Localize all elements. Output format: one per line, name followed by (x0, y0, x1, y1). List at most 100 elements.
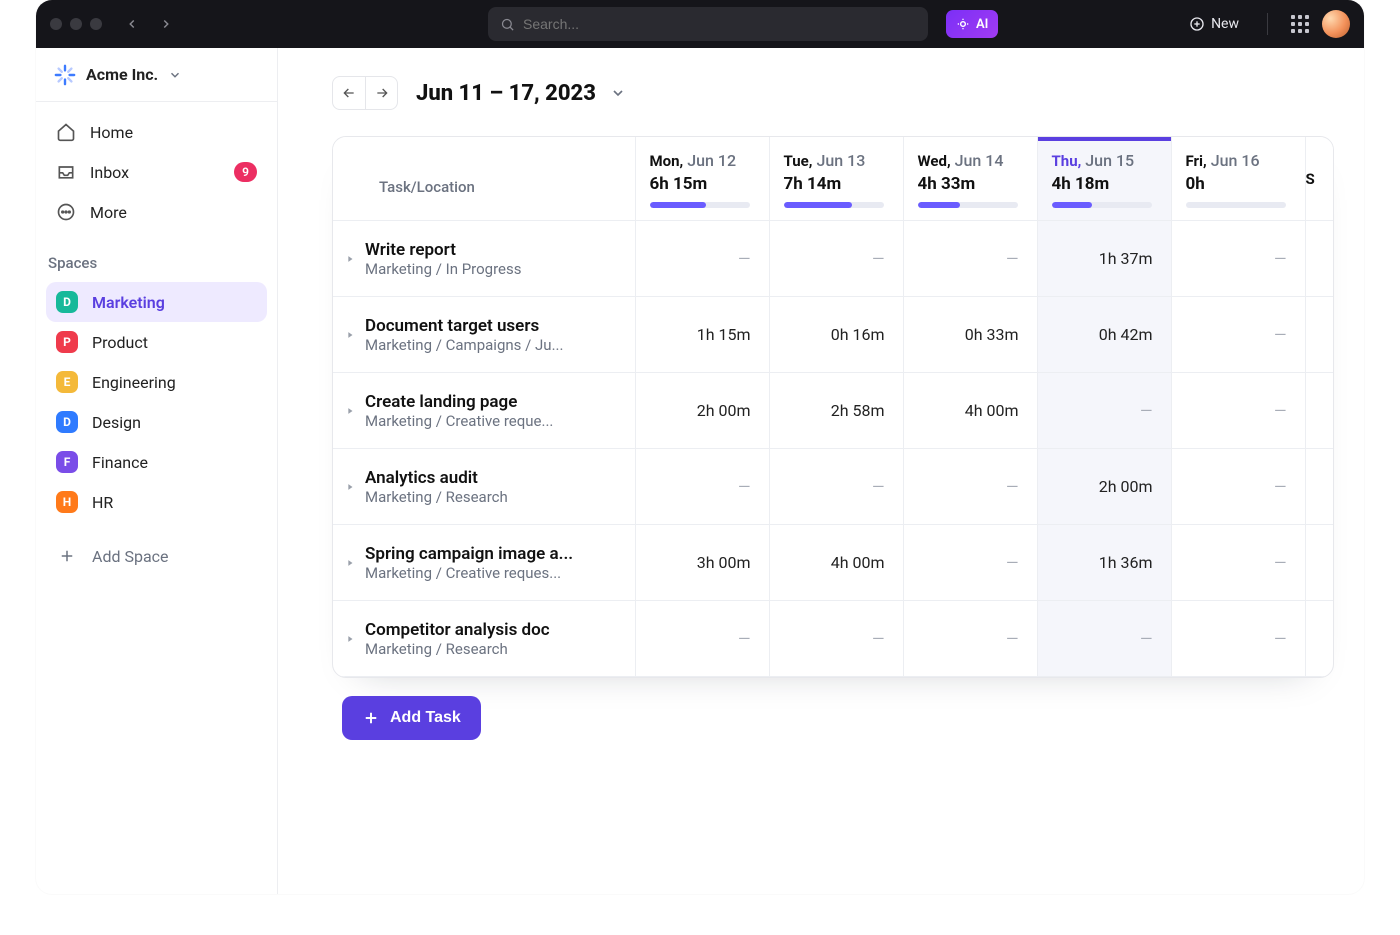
time-cell[interactable]: — (1171, 601, 1305, 677)
caret-right-icon[interactable] (343, 634, 357, 644)
time-cell[interactable]: 4h 00m (903, 373, 1037, 449)
time-cell[interactable]: 1h 15m (635, 297, 769, 373)
nav-back-button[interactable] (120, 12, 144, 36)
space-label: Design (92, 413, 141, 432)
column-header-day[interactable]: Wed, Jun 144h 33m (903, 137, 1037, 221)
task-cell[interactable]: Create landing pageMarketing / Creative … (333, 373, 635, 449)
day-of-week: Tue, (784, 152, 813, 170)
date-range-controls: Jun 11 – 17, 2023 (278, 76, 1364, 136)
space-item[interactable]: HHR (46, 482, 267, 522)
nav-forward-button[interactable] (154, 12, 178, 36)
space-item[interactable]: DMarketing (46, 282, 267, 322)
space-item[interactable]: EEngineering (46, 362, 267, 402)
nav-more[interactable]: More (46, 192, 267, 232)
ai-button[interactable]: AI (946, 10, 998, 38)
task-cell[interactable]: Spring campaign image a...Marketing / Cr… (333, 525, 635, 601)
space-avatar: P (56, 331, 78, 353)
day-of-week: Fri, (1186, 152, 1207, 170)
time-cell[interactable]: 2h 00m (1037, 449, 1171, 525)
time-cell[interactable]: 4h 00m (769, 525, 903, 601)
time-cell[interactable]: 0h 16m (769, 297, 903, 373)
user-avatar[interactable] (1322, 10, 1350, 38)
day-date: Jun 13 (816, 151, 865, 170)
space-item[interactable]: DDesign (46, 402, 267, 442)
column-header-day[interactable]: Thu, Jun 154h 18m (1037, 137, 1171, 221)
task-cell[interactable]: Document target usersMarketing / Campaig… (333, 297, 635, 373)
time-cell[interactable]: 2h 00m (635, 373, 769, 449)
time-cell[interactable]: — (769, 449, 903, 525)
time-cell[interactable]: 3h 00m (635, 525, 769, 601)
date-range-label: Jun 11 – 17, 2023 (416, 81, 596, 106)
range-prev-button[interactable] (333, 77, 365, 109)
time-cell[interactable]: 2h 58m (769, 373, 903, 449)
task-cell[interactable]: Competitor analysis docMarketing / Resea… (333, 601, 635, 677)
day-of-week: Mon, (650, 152, 684, 170)
app-switcher-button[interactable] (1288, 12, 1312, 36)
time-cell[interactable]: — (903, 601, 1037, 677)
date-range-picker[interactable]: Jun 11 – 17, 2023 (416, 81, 626, 106)
day-date: Jun 14 (955, 151, 1004, 170)
time-cell[interactable]: — (635, 221, 769, 297)
day-progress-bar (918, 202, 1018, 208)
add-space-button[interactable]: Add Space (46, 536, 267, 576)
nav-inbox[interactable]: Inbox 9 (46, 152, 267, 192)
time-cell[interactable]: — (1171, 221, 1305, 297)
day-total: 6h 15m (650, 174, 755, 194)
column-header-day[interactable]: Fri, Jun 160h (1171, 137, 1305, 221)
search-input[interactable] (523, 16, 916, 32)
time-cell[interactable]: — (903, 221, 1037, 297)
traffic-light-minimize[interactable] (70, 18, 82, 30)
time-cell[interactable]: — (903, 449, 1037, 525)
traffic-light-close[interactable] (50, 18, 62, 30)
time-cell[interactable]: 1h 37m (1037, 221, 1171, 297)
table-row: Create landing pageMarketing / Creative … (333, 373, 1333, 449)
table-row: Spring campaign image a...Marketing / Cr… (333, 525, 1333, 601)
time-cell[interactable]: — (769, 601, 903, 677)
caret-right-icon[interactable] (343, 406, 357, 416)
caret-right-icon[interactable] (343, 254, 357, 264)
workspace-switcher[interactable]: Acme Inc. (36, 48, 277, 102)
task-name: Competitor analysis doc (365, 620, 550, 640)
task-cell[interactable]: Analytics auditMarketing / Research (333, 449, 635, 525)
time-cell[interactable]: — (903, 525, 1037, 601)
table-row: Document target usersMarketing / Campaig… (333, 297, 1333, 373)
time-cell[interactable]: 1h 36m (1037, 525, 1171, 601)
new-button[interactable]: New (1181, 9, 1247, 39)
time-cell[interactable]: — (769, 221, 903, 297)
task-name: Create landing page (365, 392, 553, 412)
time-cell[interactable]: — (1037, 373, 1171, 449)
task-path: Marketing / Research (365, 640, 550, 658)
time-cell-overflow (1305, 297, 1333, 373)
grid-icon (1291, 15, 1309, 33)
nav-home[interactable]: Home (46, 112, 267, 152)
task-cell[interactable]: Write reportMarketing / In Progress (333, 221, 635, 297)
caret-right-icon[interactable] (343, 482, 357, 492)
main-content: Jun 11 – 17, 2023 Task/Location Mon, Jun… (278, 48, 1364, 894)
space-item[interactable]: P Product (46, 322, 267, 362)
time-cell[interactable]: — (1171, 525, 1305, 601)
time-cell[interactable]: — (635, 601, 769, 677)
range-next-button[interactable] (365, 77, 397, 109)
day-progress-bar (784, 202, 884, 208)
add-task-button[interactable]: Add Task (342, 696, 481, 740)
task-name: Write report (365, 240, 521, 260)
column-header-day[interactable]: Mon, Jun 126h 15m (635, 137, 769, 221)
time-cell[interactable]: — (1037, 601, 1171, 677)
traffic-light-zoom[interactable] (90, 18, 102, 30)
time-cell[interactable]: — (1171, 297, 1305, 373)
column-header-day[interactable]: Tue, Jun 137h 14m (769, 137, 903, 221)
time-cell[interactable]: — (1171, 373, 1305, 449)
more-icon (56, 202, 76, 222)
caret-right-icon[interactable] (343, 330, 357, 340)
time-cell[interactable]: 0h 42m (1037, 297, 1171, 373)
search-field[interactable] (488, 7, 928, 41)
time-cell[interactable]: — (635, 449, 769, 525)
space-label: Product (92, 333, 148, 352)
divider (1267, 13, 1268, 35)
caret-right-icon[interactable] (343, 558, 357, 568)
space-item[interactable]: FFinance (46, 442, 267, 482)
time-cell[interactable]: — (1171, 449, 1305, 525)
time-cell[interactable]: 0h 33m (903, 297, 1037, 373)
spaces-heading: Spaces (36, 242, 277, 282)
space-label: Finance (92, 453, 148, 472)
